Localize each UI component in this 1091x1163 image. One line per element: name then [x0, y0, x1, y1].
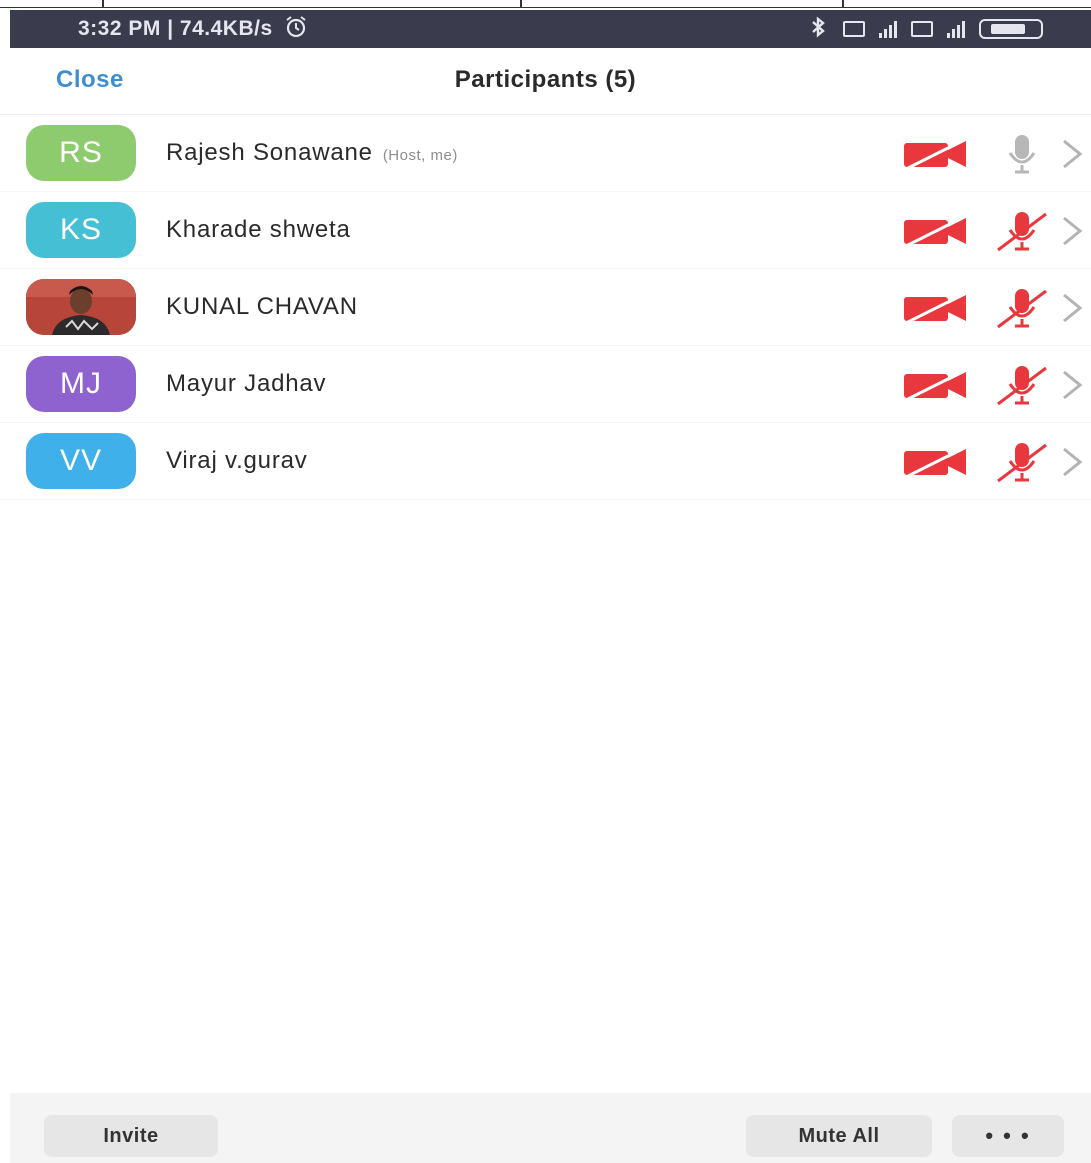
window-frame	[0, 0, 1091, 8]
frame-line	[0, 7, 1091, 8]
mic-muted-icon	[997, 366, 1047, 406]
participant-name: KUNAL CHAVAN	[166, 293, 358, 320]
video-off-icon	[904, 139, 966, 171]
video-off-icon	[904, 370, 966, 402]
frame-divider	[102, 0, 104, 8]
chevron-right-icon[interactable]	[1058, 443, 1086, 481]
participant-name: Rajesh Sonawane (Host, me)	[166, 139, 458, 167]
frame-divider	[842, 0, 844, 8]
participant-name: Kharade shweta	[166, 216, 351, 243]
video-off-icon	[904, 447, 966, 479]
mic-muted-icon	[997, 212, 1047, 252]
avatar: VV	[26, 433, 136, 489]
volte-icon	[843, 21, 865, 37]
participant-row[interactable]: VV Viraj v.gurav	[0, 423, 1091, 500]
participant-name: Mayur Jadhav	[166, 370, 327, 397]
mute-all-button[interactable]: Mute All	[746, 1115, 932, 1157]
participant-row[interactable]: RS Rajesh Sonawane (Host, me)	[0, 115, 1091, 192]
participants-list: RS Rajesh Sonawane (Host, me) KS Kharade …	[0, 115, 1091, 500]
footer-toolbar: Invite Mute All • • •	[10, 1093, 1091, 1163]
chevron-right-icon[interactable]	[1058, 366, 1086, 404]
microphone-icon	[1008, 135, 1036, 174]
participant-name-text: Rajesh Sonawane	[166, 139, 373, 166]
status-time-speed: 3:32 PM | 74.4KB/s	[78, 17, 273, 40]
volte-icon	[911, 21, 933, 37]
participant-row[interactable]: KS Kharade shweta	[0, 192, 1091, 269]
chevron-right-icon[interactable]	[1058, 289, 1086, 327]
avatar-photo	[26, 279, 136, 335]
participants-header: Close Participants (5)	[0, 48, 1091, 115]
signal-icon	[947, 20, 965, 38]
status-bar: 3:32 PM | 74.4KB/s	[10, 10, 1091, 48]
host-tag: (Host, me)	[382, 147, 458, 164]
participant-row[interactable]: KUNAL CHAVAN	[0, 269, 1091, 346]
bluetooth-icon	[807, 16, 829, 43]
battery-icon	[979, 19, 1043, 39]
video-off-icon	[904, 216, 966, 248]
participant-name: Viraj v.gurav	[166, 447, 308, 474]
invite-button[interactable]: Invite	[44, 1115, 218, 1157]
mic-muted-icon	[997, 443, 1047, 483]
more-options-button[interactable]: • • •	[952, 1115, 1064, 1157]
chevron-right-icon[interactable]	[1058, 135, 1086, 173]
chevron-right-icon[interactable]	[1058, 212, 1086, 250]
alarm-icon	[283, 15, 309, 43]
avatar: KS	[26, 202, 136, 258]
frame-divider	[520, 0, 522, 8]
page-title: Participants (5)	[454, 66, 637, 93]
signal-icon	[879, 20, 897, 38]
avatar: RS	[26, 125, 136, 181]
video-off-icon	[904, 293, 966, 325]
avatar: MJ	[26, 356, 136, 412]
participant-row[interactable]: MJ Mayur Jadhav	[0, 346, 1091, 423]
mic-muted-icon	[997, 289, 1047, 329]
